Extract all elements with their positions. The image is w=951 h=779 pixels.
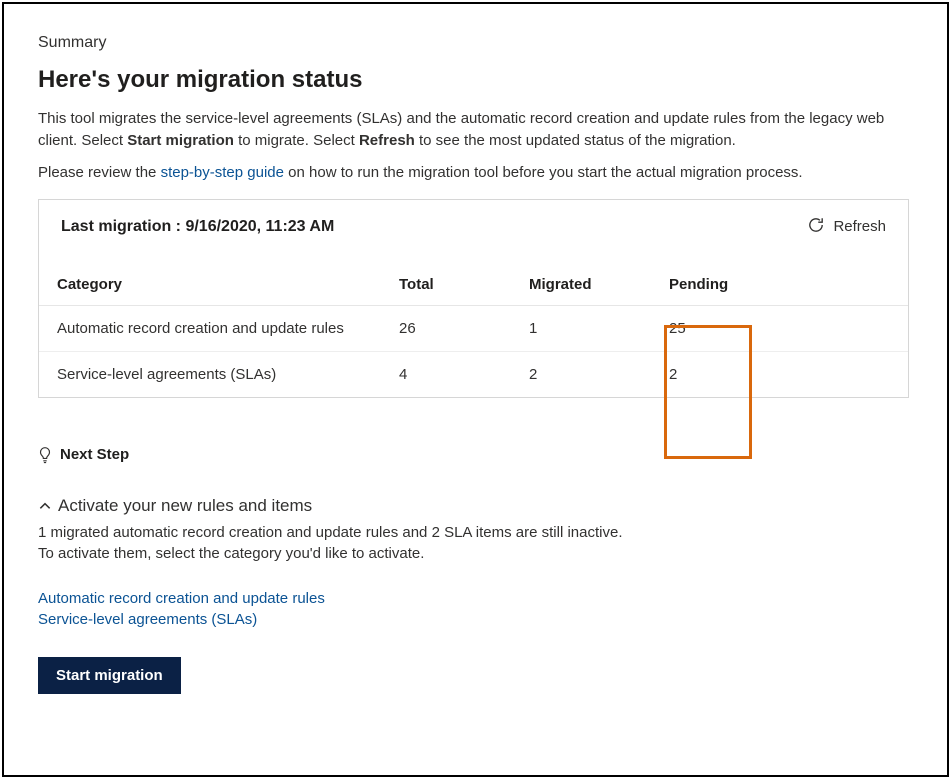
guide-pre: Please review the	[38, 164, 161, 181]
link-arc-rules[interactable]: Automatic record creation and update rul…	[38, 590, 325, 607]
start-migration-button[interactable]: Start migration	[38, 657, 181, 694]
guide-paragraph: Please review the step-by-step guide on …	[38, 164, 913, 181]
cell-total: 26	[399, 305, 529, 351]
refresh-icon	[807, 216, 825, 238]
cell-pending: 2	[659, 351, 769, 397]
col-header-migrated: Migrated	[529, 266, 659, 306]
intro-bold-start: Start migration	[127, 132, 234, 149]
col-header-category: Category	[39, 266, 399, 306]
category-links: Automatic record creation and update rul…	[38, 588, 913, 632]
migration-status-card: Last migration : 9/16/2020, 11:23 AM Ref…	[38, 199, 909, 398]
refresh-label: Refresh	[833, 218, 886, 235]
table-row: Automatic record creation and update rul…	[39, 305, 908, 351]
intro-post: to see the most updated status of the mi…	[415, 132, 736, 149]
activate-section-toggle[interactable]: Activate your new rules and items	[38, 496, 913, 516]
intro-bold-refresh: Refresh	[359, 132, 415, 149]
table-row: Service-level agreements (SLAs) 4 2 2	[39, 351, 908, 397]
activate-body: 1 migrated automatic record creation and…	[38, 522, 913, 564]
refresh-button[interactable]: Refresh	[807, 216, 886, 238]
guide-post: on how to run the migration tool before …	[284, 164, 803, 181]
next-step-label: Next Step	[60, 446, 129, 463]
col-header-total: Total	[399, 266, 529, 306]
lightbulb-icon	[38, 446, 52, 464]
activate-title: Activate your new rules and items	[58, 496, 312, 516]
col-header-extra	[769, 266, 908, 306]
cell-category: Automatic record creation and update rul…	[39, 305, 399, 351]
cell-category: Service-level agreements (SLAs)	[39, 351, 399, 397]
next-step-heading: Next Step	[38, 446, 913, 464]
page-title: Here's your migration status	[38, 66, 913, 94]
step-by-step-guide-link[interactable]: step-by-step guide	[161, 164, 284, 181]
cell-migrated: 1	[529, 305, 659, 351]
link-sla[interactable]: Service-level agreements (SLAs)	[38, 611, 257, 628]
cell-migrated: 2	[529, 351, 659, 397]
migration-status-table: Category Total Migrated Pending Automati…	[39, 266, 908, 397]
activate-line1: 1 migrated automatic record creation and…	[38, 522, 913, 543]
cell-total: 4	[399, 351, 529, 397]
cell-pending: 25	[659, 305, 769, 351]
chevron-up-icon	[38, 499, 52, 513]
col-header-pending: Pending	[659, 266, 769, 306]
activate-line2: To activate them, select the category yo…	[38, 543, 913, 564]
intro-paragraph: This tool migrates the service-level agr…	[38, 108, 913, 152]
intro-mid: to migrate. Select	[234, 132, 359, 149]
table-header-row: Category Total Migrated Pending	[39, 266, 908, 306]
summary-label: Summary	[38, 34, 913, 52]
last-migration-label: Last migration : 9/16/2020, 11:23 AM	[61, 218, 334, 236]
